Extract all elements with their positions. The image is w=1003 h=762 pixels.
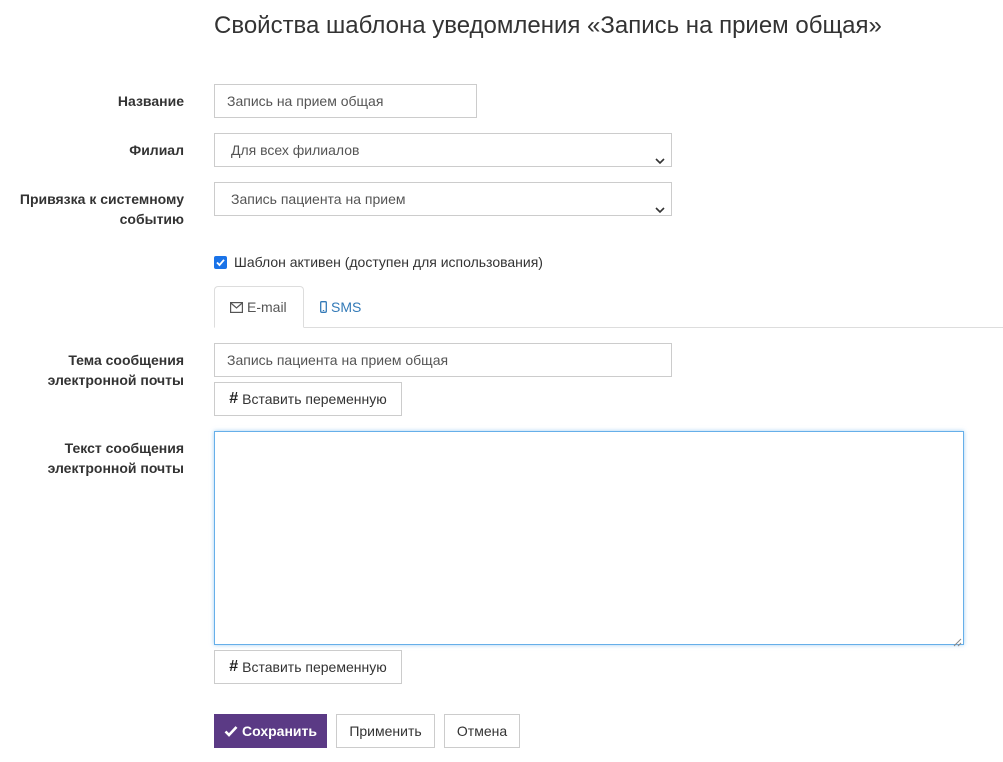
resize-grip-icon[interactable] xyxy=(953,634,962,647)
apply-button[interactable]: Применить xyxy=(336,714,435,748)
page-title: Свойства шаблона уведомления «Запись на … xyxy=(214,12,882,39)
hash-icon: # xyxy=(229,658,239,675)
cancel-button[interactable]: Отмена xyxy=(444,714,520,748)
email-body-label: Текст сообщения электронной почты xyxy=(9,438,184,478)
envelope-icon xyxy=(230,301,243,313)
insert-variable-body-button[interactable]: # Вставить переменную xyxy=(214,650,402,684)
event-label: Привязка к системному событию xyxy=(9,189,184,229)
tab-email-label: E-mail xyxy=(247,299,287,315)
email-subject-label: Тема сообщения электронной почты xyxy=(9,350,184,390)
event-select[interactable]: Запись пациента на прием xyxy=(214,182,672,216)
event-label-line1: Привязка к системному xyxy=(19,191,184,207)
save-button[interactable]: Сохранить xyxy=(214,714,327,748)
insert-variable-subject-label: Вставить переменную xyxy=(242,391,387,407)
tab-sms-label: SMS xyxy=(331,299,362,315)
mobile-phone-icon xyxy=(320,301,327,313)
email-subject-label-line1: Тема сообщения xyxy=(68,352,184,368)
tab-sms[interactable]: SMS xyxy=(305,286,376,328)
apply-button-label: Применить xyxy=(349,723,422,739)
name-label: Название xyxy=(117,93,184,109)
tab-email[interactable]: E-mail xyxy=(214,286,304,328)
branch-label: Филиал xyxy=(129,142,184,158)
email-subject-label-line2: электронной почты xyxy=(47,372,184,388)
branch-select-value: Для всех филиалов xyxy=(231,142,360,158)
checkmark-icon xyxy=(224,725,238,737)
name-input[interactable] xyxy=(214,84,477,118)
insert-variable-subject-button[interactable]: # Вставить переменную xyxy=(214,382,402,416)
email-body-label-line1: Текст сообщения xyxy=(64,440,184,456)
save-button-label: Сохранить xyxy=(242,723,317,739)
active-checkbox[interactable] xyxy=(214,255,227,269)
insert-variable-body-label: Вставить переменную xyxy=(242,659,387,675)
chevron-down-icon xyxy=(655,194,665,214)
chevron-down-icon xyxy=(655,145,665,165)
active-checkbox-label: Шаблон активен (доступен для использован… xyxy=(234,254,543,270)
hash-icon: # xyxy=(229,390,239,407)
email-body-textarea[interactable] xyxy=(214,431,964,647)
branch-select[interactable]: Для всех филиалов xyxy=(214,133,672,167)
email-subject-input[interactable] xyxy=(214,343,672,377)
email-body-label-line2: электронной почты xyxy=(47,460,184,476)
event-label-line2: событию xyxy=(119,211,184,227)
event-select-value: Запись пациента на прием xyxy=(231,191,406,207)
active-checkbox-row[interactable]: Шаблон активен (доступен для использован… xyxy=(214,253,543,271)
cancel-button-label: Отмена xyxy=(456,723,508,739)
